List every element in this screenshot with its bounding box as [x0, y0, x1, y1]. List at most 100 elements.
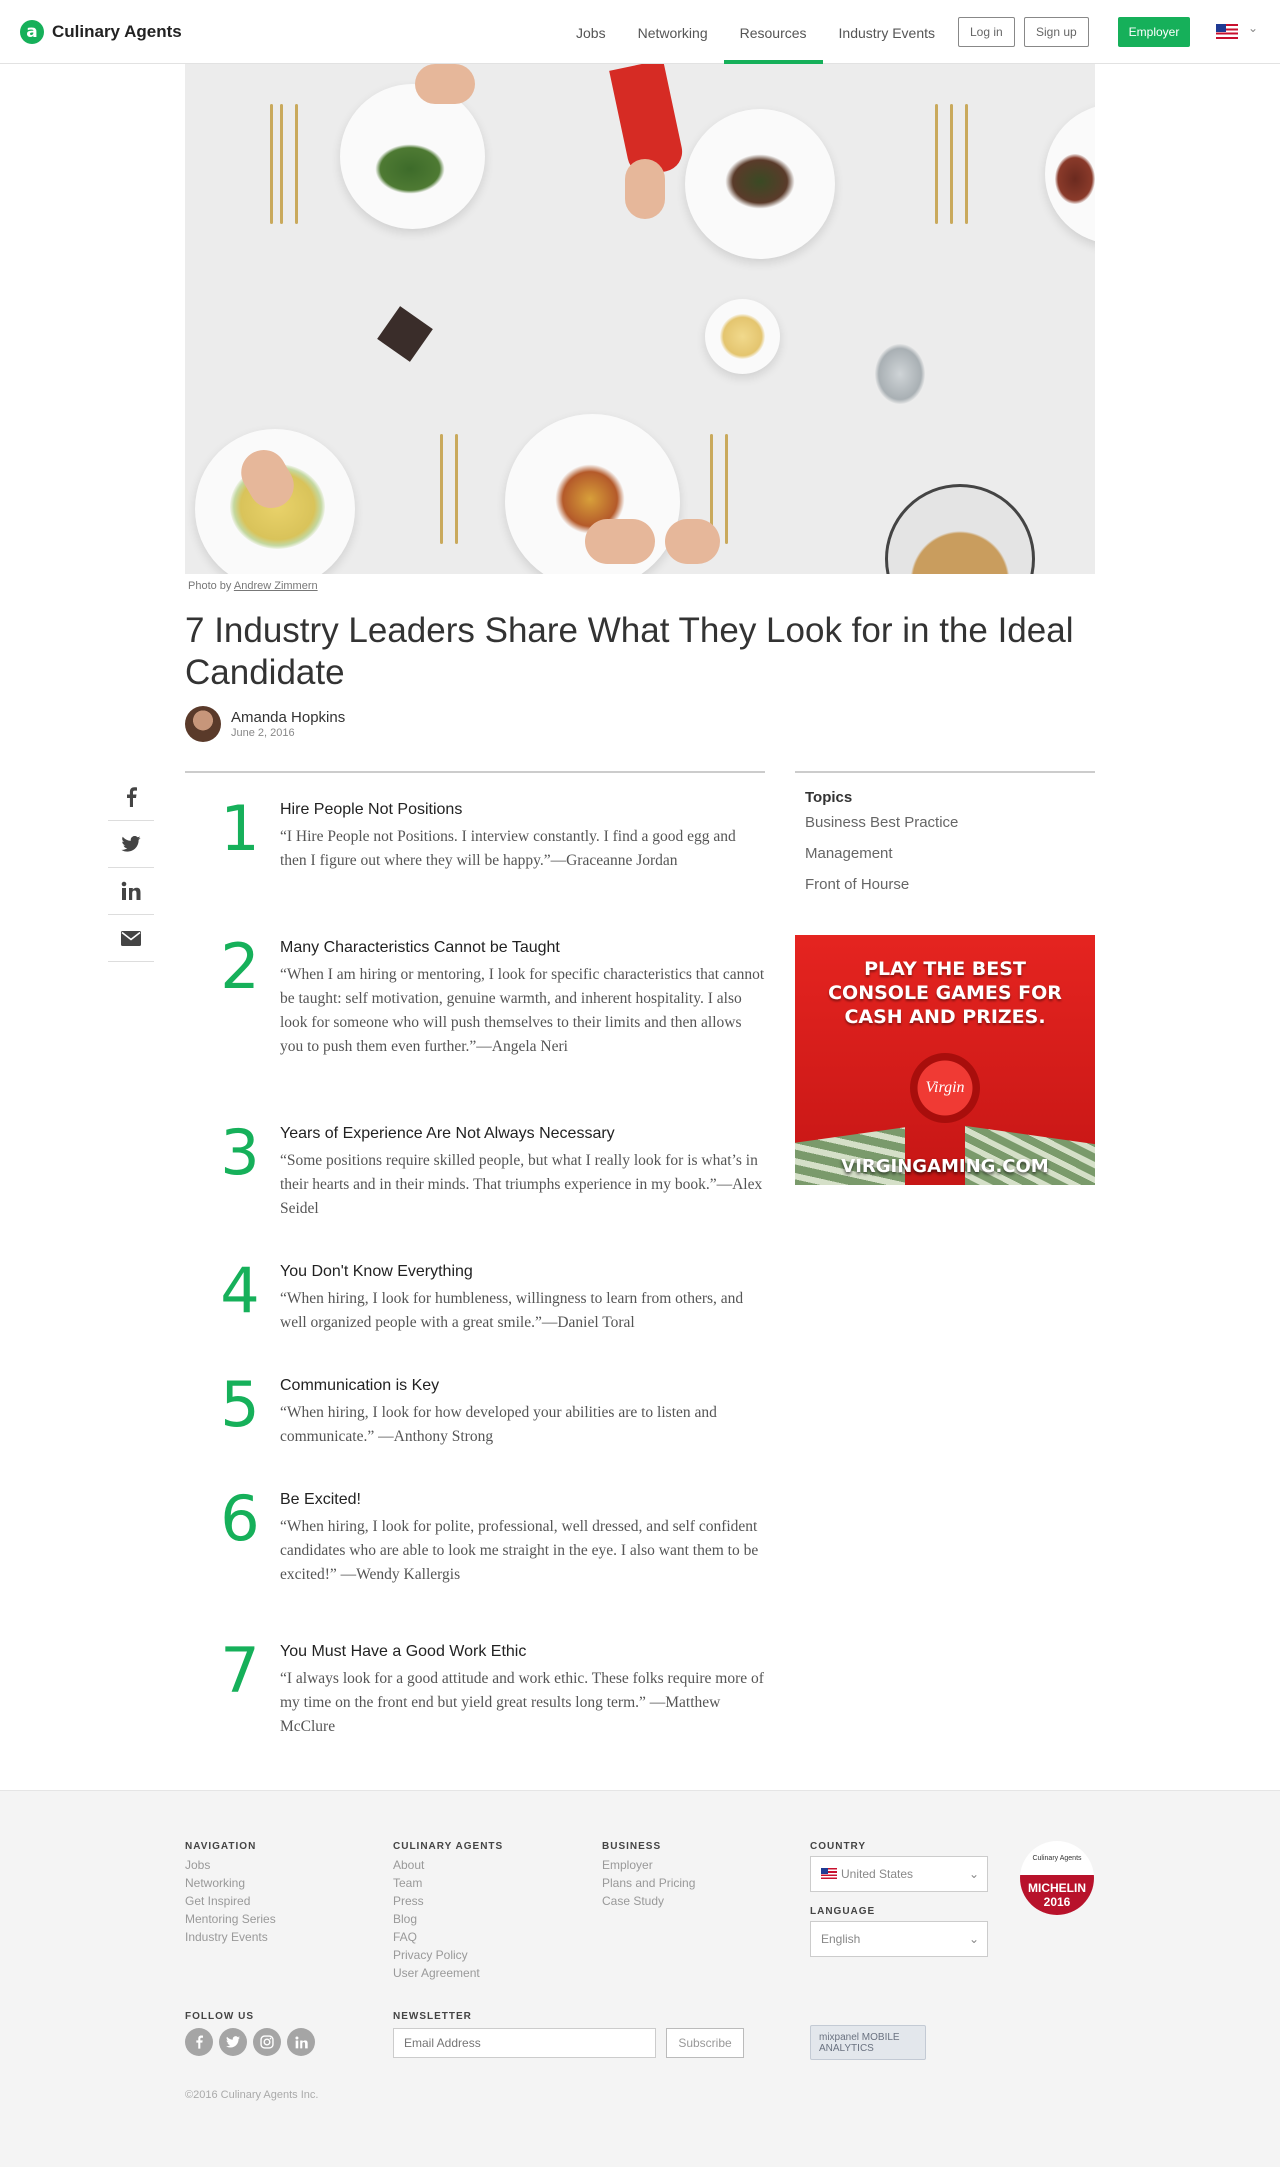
footer-link[interactable]: Plans and Pricing [602, 1874, 695, 1892]
item-heading: Years of Experience Are Not Always Neces… [280, 1125, 615, 1142]
item-quote: “When hiring, I look for how developed y… [280, 1404, 717, 1445]
cutlery [270, 104, 273, 224]
cutlery [455, 434, 458, 544]
napkin-holder [377, 306, 433, 362]
newsletter-heading: NEWSLETTER [393, 2011, 472, 2022]
nav-jobs[interactable]: Jobs [560, 0, 622, 64]
linkedin-icon[interactable] [108, 868, 154, 915]
footer-link[interactable]: Industry Events [185, 1928, 276, 1946]
hand [585, 519, 655, 564]
item-number: 2 [220, 930, 260, 1003]
facebook-icon[interactable] [185, 2028, 213, 2056]
item-heading: You Don't Know Everything [280, 1263, 473, 1280]
footer-navigation: NAVIGATION Jobs Networking Get Inspired … [185, 1841, 276, 1946]
food [1055, 154, 1095, 204]
mixpanel-badge[interactable]: mixpanel MOBILE ANALYTICS [810, 2025, 926, 2060]
country-heading: COUNTRY [810, 1841, 867, 1852]
footer-business: BUSINESS Employer Plans and Pricing Case… [602, 1841, 695, 1910]
employer-button[interactable]: Employer [1118, 17, 1190, 47]
logo-text: Culinary Agents [52, 22, 182, 41]
footer-link[interactable]: Employer [602, 1856, 695, 1874]
nav-industry-events[interactable]: Industry Events [823, 0, 952, 64]
logo[interactable]: a Culinary Agents [20, 20, 182, 44]
site-footer: NAVIGATION Jobs Networking Get Inspired … [0, 1790, 1280, 2167]
item-heading: Be Excited! [280, 1491, 361, 1508]
language-select[interactable]: English ⌄ [810, 1921, 988, 1957]
cutlery [935, 104, 938, 224]
item-quote: “I always look for a good attitude and w… [280, 1670, 764, 1735]
caption-author-link[interactable]: Andrew Zimmern [234, 580, 318, 592]
photo-caption: Photo by Andrew Zimmern [188, 580, 318, 592]
badge-top-text: Culinary Agents [1032, 1855, 1082, 1862]
footer-locale: COUNTRY United States ⌄ LANGUAGE English… [810, 1841, 988, 1971]
login-button[interactable]: Log in [958, 17, 1015, 47]
language-heading: LANGUAGE [810, 1906, 876, 1917]
item-quote: “When hiring, I look for polite, profess… [280, 1518, 759, 1583]
soup [720, 314, 765, 359]
item-heading: Hire People Not Positions [280, 801, 463, 818]
linkedin-icon[interactable] [287, 2028, 315, 2056]
michelin-badge: Culinary Agents MICHELIN 2016 [1020, 1841, 1094, 1915]
topic-link[interactable]: Management [805, 845, 1095, 862]
food [725, 154, 795, 209]
country-select[interactable]: United States ⌄ [810, 1856, 988, 1892]
footer-heading: NAVIGATION [185, 1841, 257, 1852]
article-body: 1 Hire People Not Positions “I Hire Peop… [185, 771, 765, 1735]
footer-link[interactable]: Press [393, 1892, 503, 1910]
footer-link[interactable]: Team [393, 1874, 503, 1892]
hand [625, 159, 665, 219]
footer-culinary-agents: CULINARY AGENTS About Team Press Blog FA… [393, 1841, 503, 1982]
twitter-icon[interactable] [219, 2028, 247, 2056]
item-heading: You Must Have a Good Work Ethic [280, 1643, 527, 1660]
advertisement-banner[interactable]: PLAY THE BEST CONSOLE GAMES FOR CASH AND… [795, 935, 1095, 1185]
newsletter-email-input[interactable] [393, 2028, 656, 2058]
topic-link[interactable]: Front of Hourse [805, 876, 1095, 893]
footer-link[interactable]: Mentoring Series [185, 1910, 276, 1928]
share-bar [108, 774, 154, 962]
hand [415, 64, 475, 104]
hero-image [185, 64, 1095, 574]
signup-button[interactable]: Sign up [1024, 17, 1089, 47]
item-quote: “When hiring, I look for humbleness, wil… [280, 1290, 744, 1331]
us-flag-icon[interactable] [1216, 24, 1238, 39]
copyright: ©2016 Culinary Agents Inc. [185, 2089, 319, 2101]
nav-resources[interactable]: Resources [723, 0, 823, 64]
caption-prefix: Photo by [188, 580, 232, 592]
article-title: 7 Industry Leaders Share What They Look … [185, 611, 1074, 692]
hand [665, 519, 720, 564]
main-nav: Jobs Networking Resources Industry Event… [560, 0, 951, 64]
footer-link[interactable]: Get Inspired [185, 1892, 276, 1910]
food [375, 144, 445, 194]
email-icon[interactable] [108, 915, 154, 962]
nav-networking[interactable]: Networking [622, 0, 724, 64]
item-number: 6 [220, 1482, 260, 1555]
footer-link[interactable]: FAQ [393, 1928, 503, 1946]
language-value: English [821, 1932, 861, 1946]
twitter-icon[interactable] [108, 821, 154, 868]
topic-link[interactable]: Business Best Practice [805, 814, 1095, 831]
subscribe-button[interactable]: Subscribe [666, 2028, 744, 2058]
article-date: June 2, 2016 [231, 727, 295, 739]
site-header: a Culinary Agents Jobs Networking Resour… [0, 0, 1280, 64]
footer-link[interactable]: Networking [185, 1874, 276, 1892]
cutlery [280, 104, 283, 224]
footer-link[interactable]: Privacy Policy [393, 1946, 503, 1964]
item-number: 7 [220, 1634, 260, 1707]
footer-link[interactable]: Case Study [602, 1892, 695, 1910]
item-quote: “Some positions require skilled people, … [280, 1152, 763, 1217]
item-number: 4 [220, 1254, 260, 1327]
footer-link[interactable]: Jobs [185, 1856, 276, 1874]
author-name[interactable]: Amanda Hopkins [231, 709, 345, 726]
footer-link[interactable]: Blog [393, 1910, 503, 1928]
author-byline: Amanda Hopkins June 2, 2016 [185, 706, 345, 742]
country-value: United States [841, 1867, 914, 1881]
instagram-icon[interactable] [253, 2028, 281, 2056]
footer-link[interactable]: About [393, 1856, 503, 1874]
footer-link[interactable]: User Agreement [393, 1964, 503, 1982]
avatar[interactable] [185, 706, 221, 742]
facebook-icon[interactable] [108, 774, 154, 821]
cutlery [725, 434, 728, 544]
cutlery [295, 104, 298, 224]
chevron-down-icon[interactable]: ⌄ [1248, 21, 1258, 35]
item-quote: “When I am hiring or mentoring, I look f… [280, 966, 765, 1055]
